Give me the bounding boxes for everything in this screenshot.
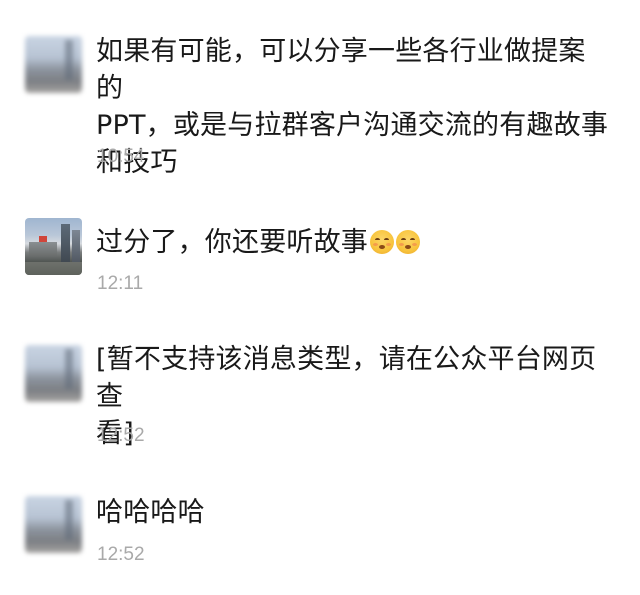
message-text: [暂不支持该消息类型，请在公众平台网页查 看] <box>96 341 611 452</box>
message-timestamp: 12:52 <box>97 544 145 565</box>
user-avatar[interactable] <box>25 218 82 275</box>
smirk-face-emoji-icon <box>396 230 420 254</box>
user-avatar[interactable] <box>25 36 82 93</box>
message-timestamp: 10:54 <box>97 146 145 167</box>
message-line: 过分了，你还要听故事 <box>96 227 368 258</box>
message-line: [暂不支持该消息类型，请在公众平台网页查 <box>96 344 597 412</box>
message-text: 过分了，你还要听故事 <box>96 224 611 261</box>
user-avatar[interactable] <box>25 496 82 553</box>
message-line: 看] <box>96 418 134 449</box>
message-line: 如果有可能，可以分享一些各行业做提案的 <box>96 36 586 104</box>
message-timestamp: 12:52 <box>97 425 145 446</box>
message-line: 和技巧 <box>96 147 178 178</box>
user-avatar[interactable] <box>25 345 82 402</box>
message-text: 哈哈哈哈 <box>96 494 611 531</box>
message-timestamp: 12:11 <box>97 273 144 294</box>
message-line: 哈哈哈哈 <box>96 497 205 528</box>
smirk-face-emoji-icon <box>370 230 394 254</box>
message-text: 如果有可能，可以分享一些各行业做提案的 PPT，或是与拉群客户沟通交流的有趣故事… <box>96 33 611 181</box>
message-line: PPT，或是与拉群客户沟通交流的有趣故事 <box>96 110 609 141</box>
